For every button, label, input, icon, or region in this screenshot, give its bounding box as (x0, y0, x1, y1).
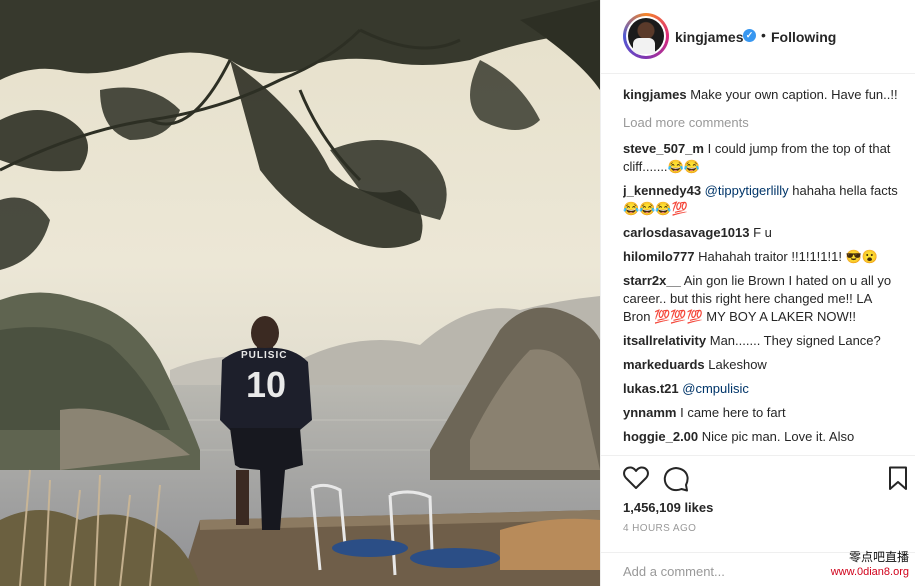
comment-username[interactable]: j_kennedy43 (623, 183, 701, 198)
bookmark-icon[interactable] (888, 466, 908, 491)
add-comment-input[interactable]: Add a comment... (623, 564, 725, 579)
avatar[interactable] (623, 13, 669, 59)
post-timestamp[interactable]: 4 HOURS AGO (623, 523, 696, 534)
comment-mention-link[interactable]: @cmpulisic (682, 381, 749, 396)
post-side-panel: kingjames ✓ • Following kingjames Make y… (600, 0, 915, 586)
comment-username[interactable]: ynnamm (623, 405, 676, 420)
verified-badge-icon: ✓ (743, 29, 756, 42)
comments-list[interactable]: kingjames Make your own caption. Have fu… (623, 86, 901, 454)
comment-text: Lakeshow (708, 357, 767, 372)
comment-username[interactable]: hoggie_2.00 (623, 429, 698, 444)
comment-username[interactable]: carlosdasavage1013 (623, 225, 749, 240)
comment-username[interactable]: lukas.t21 (623, 381, 679, 396)
watermark: 零点吧直播 www.0dian8.org (831, 550, 909, 580)
post-actions: 1,456,109 likes 4 HOURS AGO (601, 455, 915, 565)
comment-text: Nice pic man. Love it. Also (701, 429, 855, 444)
load-more-comments-button[interactable]: Load more comments (623, 114, 901, 132)
comment-mention-link[interactable]: @tippytigerlilly (705, 183, 789, 198)
comment-text: I came here to fart (680, 405, 786, 420)
username-link[interactable]: kingjames (675, 29, 743, 45)
jersey-number: 10 (246, 364, 287, 405)
comment: markeduards Lakeshow (623, 356, 901, 374)
comment-text: Man....... They signed Lance? (709, 333, 881, 348)
comment: lukas.t21 @cmpulisic (623, 380, 901, 398)
comment-text: Hahahah traitor !!1!1!1!1! 😎😮 (698, 249, 878, 264)
comment-username[interactable]: markeduards (623, 357, 705, 372)
comment: carlosdasavage1013 F u (623, 224, 901, 242)
watermark-url: www.0dian8.org (830, 566, 909, 578)
comment: hoggie_2.00 Nice pic man. Love it. Also (623, 428, 901, 446)
comment: itsallrelativity Man....... They signed … (623, 332, 901, 350)
comment: hilomilo777 Hahahah traitor !!1!1!1!1! 😎… (623, 248, 901, 266)
photo-scene (0, 0, 600, 586)
comment: starr2x__ Ain gon lie Brown I hated on u… (623, 272, 901, 326)
comment: ynnamm I came here to fart (623, 404, 901, 422)
comment: steve_507_m I could jump from the top of… (623, 140, 901, 176)
comment-text: F u (753, 225, 772, 240)
comment-icon[interactable] (663, 466, 689, 492)
watermark-text: 零点吧直播 (848, 550, 909, 564)
following-button[interactable]: Following (771, 29, 836, 45)
post-header: kingjames ✓ • Following (601, 0, 915, 74)
caption-text: Make your own caption. Have fun..!! (690, 87, 898, 102)
caption: kingjames Make your own caption. Have fu… (623, 86, 901, 104)
caption-username[interactable]: kingjames (623, 87, 687, 102)
comment-username[interactable]: steve_507_m (623, 141, 704, 156)
heart-icon[interactable] (623, 466, 649, 490)
separator-dot: • (761, 27, 766, 43)
jersey-name: PULISIC (241, 350, 288, 361)
post-photo[interactable]: PULISIC 10 (0, 0, 600, 586)
comment-username[interactable]: starr2x__ (623, 273, 681, 288)
comment-username[interactable]: hilomilo777 (623, 249, 695, 264)
comment-username[interactable]: itsallrelativity (623, 333, 706, 348)
likes-count[interactable]: 1,456,109 likes (623, 500, 713, 515)
comment: j_kennedy43 @tippytigerlilly hahaha hell… (623, 182, 901, 218)
